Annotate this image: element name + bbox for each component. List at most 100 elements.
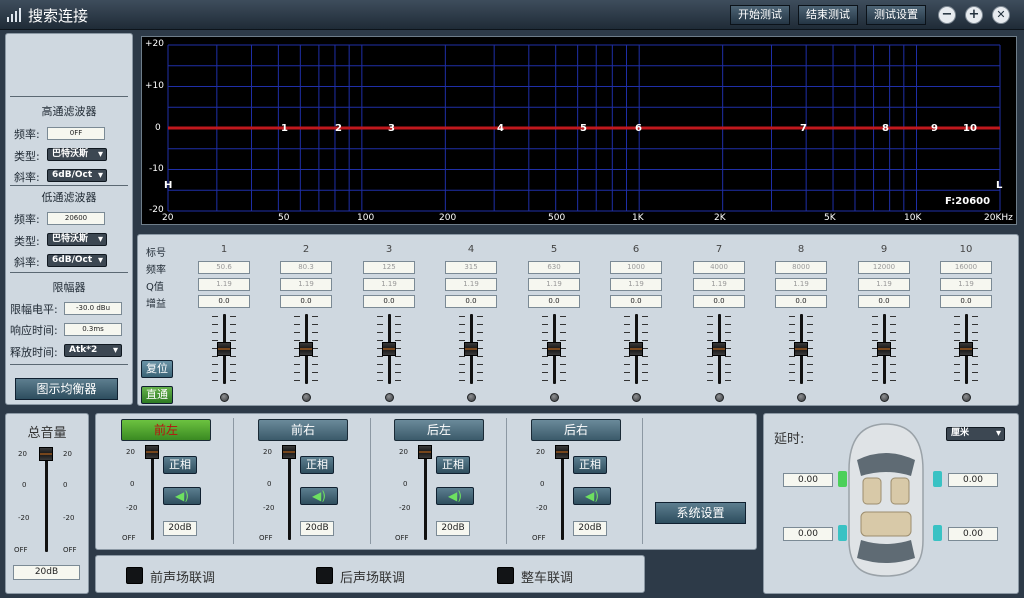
delay-rear-left-field[interactable]: 0.00 [783, 527, 833, 541]
delay-front-left-field[interactable]: 0.00 [783, 473, 833, 487]
phase-button[interactable]: 正相 [163, 456, 197, 474]
band-freq-field[interactable]: 12000 [858, 261, 910, 274]
band-gain-slider-knob[interactable] [794, 342, 808, 356]
phase-button[interactable]: 正相 [300, 456, 334, 474]
test-settings-button[interactable]: 测试设置 [866, 5, 926, 25]
band-gain-field[interactable]: 0.0 [940, 295, 992, 308]
hp-slope-select[interactable]: 6dB/Oct [47, 169, 107, 182]
front-link-checkbox[interactable] [126, 567, 143, 584]
band-q-field[interactable]: 1.19 [363, 278, 415, 291]
band-gain-field[interactable]: 0.0 [610, 295, 662, 308]
channel-volume-track[interactable] [288, 448, 291, 540]
band-gain-slider-knob[interactable] [464, 342, 478, 356]
lp-freq-field[interactable]: 20600 [47, 212, 105, 225]
lowpass-marker[interactable]: L [996, 180, 1002, 191]
channel-volume-track[interactable] [424, 448, 427, 540]
band-q-field[interactable]: 1.19 [280, 278, 332, 291]
close-icon[interactable]: ✕ [992, 6, 1010, 24]
band-gain-slider-knob[interactable] [629, 342, 643, 356]
mute-speaker-icon[interactable]: ◀) [573, 487, 611, 505]
channel-volume-value[interactable]: 20dB [300, 521, 334, 536]
band-status-led[interactable] [467, 393, 476, 402]
graphic-eq-button[interactable]: 图示均衡器 [15, 378, 118, 400]
mute-speaker-icon[interactable]: ◀) [300, 487, 338, 505]
band-status-led[interactable] [797, 393, 806, 402]
hp-type-select[interactable]: 巴特沃斯 [47, 148, 107, 161]
mute-speaker-icon[interactable]: ◀) [436, 487, 474, 505]
band-q-field[interactable]: 1.19 [775, 278, 827, 291]
band-freq-field[interactable]: 630 [528, 261, 580, 274]
master-volume-track[interactable] [45, 450, 48, 552]
maximize-icon[interactable]: + [965, 6, 983, 24]
band-status-led[interactable] [550, 393, 559, 402]
channel-volume-value[interactable]: 20dB [436, 521, 470, 536]
band-status-led[interactable] [962, 393, 971, 402]
band-marker-9[interactable]: 9 [931, 123, 938, 134]
band-freq-field[interactable]: 4000 [693, 261, 745, 274]
band-gain-field[interactable]: 0.0 [528, 295, 580, 308]
channel-select-button[interactable]: 后左 [394, 419, 484, 441]
band-freq-field[interactable]: 16000 [940, 261, 992, 274]
band-q-field[interactable]: 1.19 [610, 278, 662, 291]
band-freq-field[interactable]: 125 [363, 261, 415, 274]
band-gain-field[interactable]: 0.0 [858, 295, 910, 308]
band-status-led[interactable] [632, 393, 641, 402]
band-marker-3[interactable]: 3 [388, 123, 395, 134]
channel-volume-track[interactable] [561, 448, 564, 540]
band-gain-slider-knob[interactable] [877, 342, 891, 356]
response-time-field[interactable]: 0.3ms [64, 323, 122, 336]
lp-type-select[interactable]: 巴特沃斯 [47, 233, 107, 246]
minimize-icon[interactable]: − [938, 6, 956, 24]
band-gain-slider-knob[interactable] [217, 342, 231, 356]
band-gain-field[interactable]: 0.0 [693, 295, 745, 308]
band-marker-7[interactable]: 7 [800, 123, 807, 134]
phase-button[interactable]: 正相 [436, 456, 470, 474]
highpass-marker[interactable]: H [164, 180, 172, 191]
band-gain-slider-knob[interactable] [382, 342, 396, 356]
master-volume-value[interactable]: 20dB [13, 565, 80, 580]
channel-select-button[interactable]: 前右 [258, 419, 348, 441]
release-time-select[interactable]: Atk*2 [64, 344, 122, 357]
start-test-button[interactable]: 开始测试 [730, 5, 790, 25]
channel-volume-knob[interactable] [418, 445, 432, 459]
channel-volume-knob[interactable] [145, 445, 159, 459]
band-gain-field[interactable]: 0.0 [363, 295, 415, 308]
channel-volume-value[interactable]: 20dB [163, 521, 197, 536]
channel-volume-value[interactable]: 20dB [573, 521, 607, 536]
band-gain-field[interactable]: 0.0 [445, 295, 497, 308]
delay-unit-select[interactable]: 厘米 [946, 427, 1005, 441]
system-settings-button[interactable]: 系统设置 [655, 502, 746, 524]
band-marker-2[interactable]: 2 [335, 123, 342, 134]
band-freq-field[interactable]: 1000 [610, 261, 662, 274]
band-q-field[interactable]: 1.19 [198, 278, 250, 291]
band-marker-8[interactable]: 8 [882, 123, 889, 134]
bypass-button[interactable]: 直通 [141, 386, 173, 404]
band-gain-field[interactable]: 0.0 [198, 295, 250, 308]
band-freq-field[interactable]: 50.6 [198, 261, 250, 274]
band-gain-slider-knob[interactable] [547, 342, 561, 356]
band-marker-6[interactable]: 6 [635, 123, 642, 134]
channel-volume-track[interactable] [151, 448, 154, 540]
band-gain-slider-knob[interactable] [712, 342, 726, 356]
band-status-led[interactable] [385, 393, 394, 402]
channel-select-button[interactable]: 前左 [121, 419, 211, 441]
band-q-field[interactable]: 1.19 [528, 278, 580, 291]
band-marker-10[interactable]: 10 [963, 123, 977, 134]
reset-button[interactable]: 复位 [141, 360, 173, 378]
band-status-led[interactable] [302, 393, 311, 402]
band-gain-field[interactable]: 0.0 [280, 295, 332, 308]
band-status-led[interactable] [715, 393, 724, 402]
band-freq-field[interactable]: 80.3 [280, 261, 332, 274]
band-gain-field[interactable]: 0.0 [775, 295, 827, 308]
band-q-field[interactable]: 1.19 [940, 278, 992, 291]
rear-link-checkbox[interactable] [316, 567, 333, 584]
master-volume-knob[interactable] [39, 447, 53, 461]
band-status-led[interactable] [220, 393, 229, 402]
band-status-led[interactable] [880, 393, 889, 402]
delay-rear-right-field[interactable]: 0.00 [948, 527, 998, 541]
channel-volume-knob[interactable] [282, 445, 296, 459]
band-q-field[interactable]: 1.19 [858, 278, 910, 291]
band-gain-slider-knob[interactable] [959, 342, 973, 356]
search-connect-title[interactable]: 搜索连接 [28, 5, 88, 26]
band-marker-1[interactable]: 1 [281, 123, 288, 134]
